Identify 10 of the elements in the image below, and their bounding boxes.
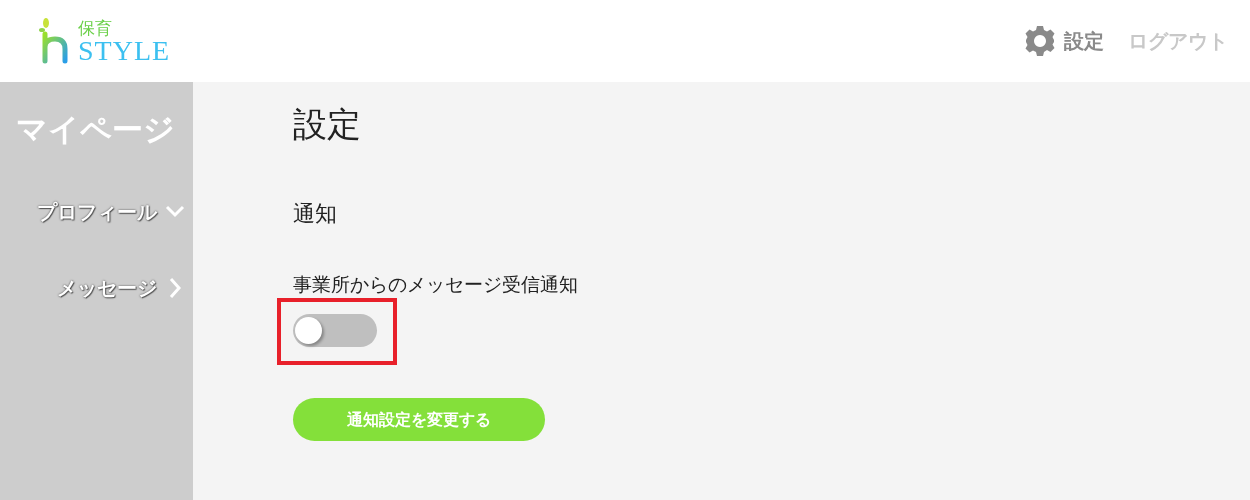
page-title: 設定 <box>293 104 362 145</box>
sidebar-item[interactable]: メッセージ <box>57 272 185 303</box>
setting-label: 事業所からのメッセージ受信通知 <box>293 271 579 297</box>
logo-text: 保育 <box>78 20 113 37</box>
settings-link[interactable]: 設定 <box>1024 25 1104 57</box>
logo-text: STYLE <box>78 37 171 65</box>
settings-icon <box>1024 25 1056 57</box>
sidebar-item[interactable]: プロフィール <box>37 196 185 227</box>
toggle-switch[interactable] <box>293 314 377 348</box>
section-title: 通知 <box>293 199 338 228</box>
